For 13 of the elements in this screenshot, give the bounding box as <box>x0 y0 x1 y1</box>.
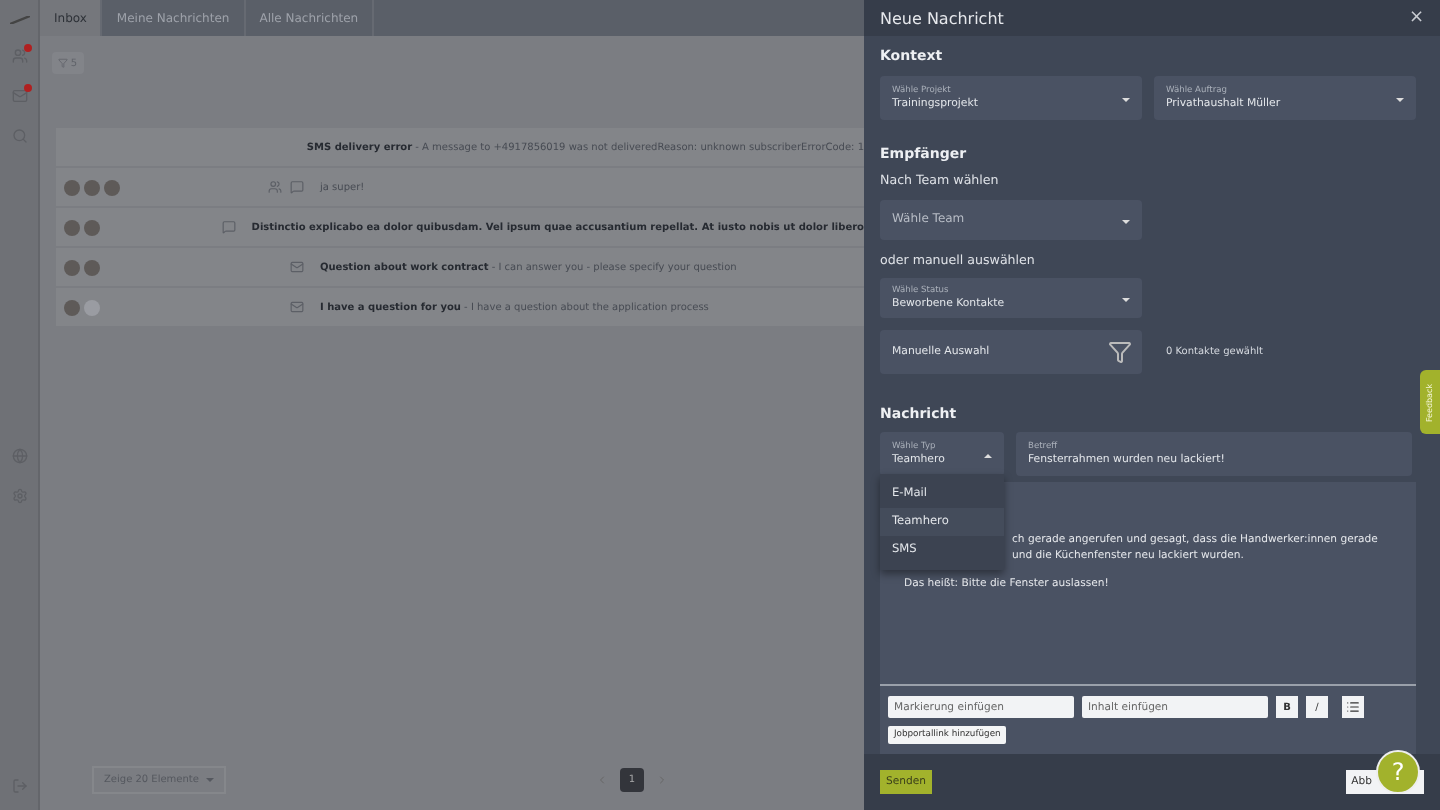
close-button[interactable]: × <box>1408 8 1424 28</box>
chat-icon <box>290 180 304 194</box>
chat-icon <box>221 220 236 234</box>
list-button[interactable] <box>1342 696 1364 718</box>
mail-icon <box>290 260 304 274</box>
filter-icon <box>58 58 69 68</box>
inbox-icon[interactable] <box>11 88 27 104</box>
filter-icon[interactable] <box>1108 339 1132 364</box>
drawer-title: Neue Nachricht <box>880 9 1004 27</box>
list-icon <box>1346 700 1360 714</box>
group-icon <box>268 180 282 194</box>
logo-icon <box>9 16 29 24</box>
mail-icon <box>290 300 304 314</box>
